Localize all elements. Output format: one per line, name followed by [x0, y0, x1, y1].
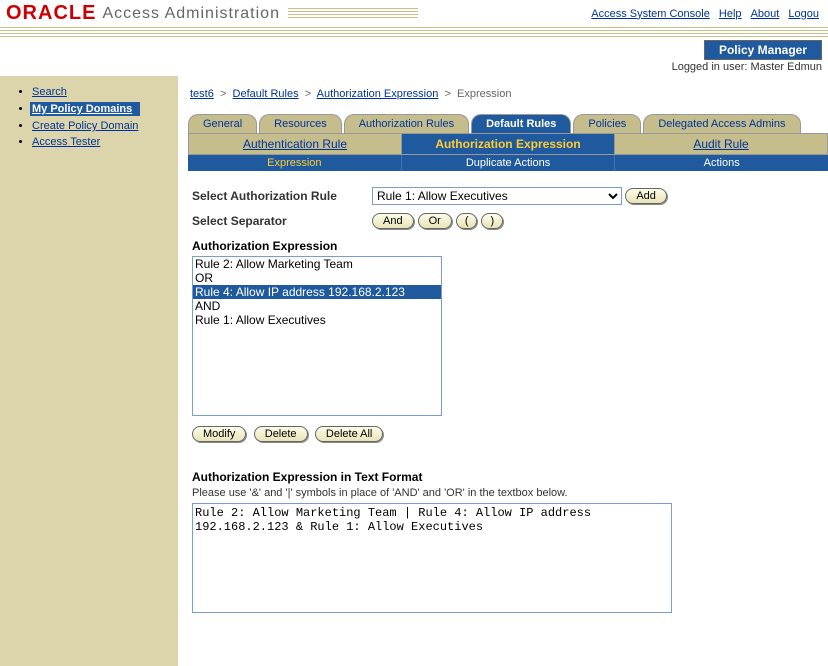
tabs: General Resources Authorization Rules De…: [188, 114, 828, 133]
separator-open-paren-button[interactable]: (: [456, 213, 478, 229]
sidebar-item-search[interactable]: Search: [32, 86, 177, 98]
label-auth-expression-text: Authorization Expression in Text Format: [192, 470, 824, 484]
breadcrumb-default-rules[interactable]: Default Rules: [233, 88, 299, 100]
separator-or-button[interactable]: Or: [418, 213, 452, 229]
subsub-expression[interactable]: Expression: [188, 155, 402, 171]
link-help[interactable]: Help: [719, 8, 742, 20]
label-auth-expression: Authorization Expression: [192, 239, 824, 253]
list-item[interactable]: Rule 1: Allow Executives: [193, 313, 441, 327]
subtab-authorization-expression[interactable]: Authorization Expression: [402, 134, 615, 154]
link-logout[interactable]: Logou: [788, 8, 819, 20]
header-decoration: [288, 8, 418, 20]
sidebar-item-access-tester[interactable]: Access Tester: [32, 136, 177, 148]
subsub-duplicate-actions[interactable]: Duplicate Actions: [402, 155, 616, 171]
header-stripe-bar: [0, 27, 828, 39]
tab-policies[interactable]: Policies: [573, 114, 641, 133]
sub-subtabs: Expression Duplicate Actions Actions: [188, 155, 828, 171]
top-links: Access System Console Help About Logou: [588, 8, 822, 20]
sidebar: Search My Policy Domains Create Policy D…: [0, 76, 178, 666]
subtab-audit-rule[interactable]: Audit Rule: [615, 134, 827, 154]
breadcrumb-expression: Expression: [457, 88, 511, 100]
breadcrumb: test6 > Default Rules > Authorization Ex…: [190, 88, 828, 100]
separator-close-paren-button[interactable]: ): [481, 213, 503, 229]
tab-default-rules[interactable]: Default Rules: [471, 114, 571, 133]
tab-resources[interactable]: Resources: [259, 114, 342, 133]
list-item[interactable]: AND: [193, 299, 441, 313]
modify-button[interactable]: Modify: [192, 426, 246, 442]
label-select-auth-rule: Select Authorization Rule: [192, 189, 372, 203]
header: ORACLE Access Administration Access Syst…: [0, 0, 828, 27]
sidebar-link-access-tester[interactable]: Access Tester: [32, 136, 100, 148]
sidebar-item-create-policy-domain[interactable]: Create Policy Domain: [32, 120, 177, 132]
separator-and-button[interactable]: And: [372, 213, 414, 229]
subsub-actions[interactable]: Actions: [615, 155, 828, 171]
auth-expression-textarea[interactable]: [192, 503, 672, 613]
delete-button[interactable]: Delete: [254, 426, 308, 442]
link-about[interactable]: About: [751, 8, 780, 20]
add-button[interactable]: Add: [625, 188, 667, 204]
select-auth-rule[interactable]: Rule 1: Allow Executives: [372, 187, 622, 205]
breadcrumb-sep: >: [305, 88, 311, 100]
list-item[interactable]: Rule 4: Allow IP address 192.168.2.123: [193, 285, 441, 299]
sidebar-link-create-policy-domain[interactable]: Create Policy Domain: [32, 120, 138, 132]
sidebar-link-search[interactable]: Search: [32, 86, 67, 98]
breadcrumb-test6[interactable]: test6: [190, 88, 214, 100]
breadcrumb-auth-expression[interactable]: Authorization Expression: [317, 88, 439, 100]
delete-all-button[interactable]: Delete All: [315, 426, 383, 442]
tab-delegated-admins[interactable]: Delegated Access Admins: [643, 114, 800, 133]
subtab-authentication-rule[interactable]: Authentication Rule: [189, 134, 402, 154]
logged-in-user: Logged in user: Master Edmun: [0, 60, 828, 76]
form-area: Select Authorization Rule Rule 1: Allow …: [188, 171, 828, 616]
label-select-separator: Select Separator: [192, 214, 372, 228]
list-item[interactable]: Rule 2: Allow Marketing Team: [193, 257, 441, 271]
app-title: Access Administration: [102, 5, 280, 23]
policy-manager-badge: Policy Manager: [704, 40, 822, 60]
sidebar-link-my-policy-domains[interactable]: My Policy Domains: [30, 102, 140, 116]
sidebar-item-my-policy-domains[interactable]: My Policy Domains: [32, 102, 177, 116]
subheader: Policy Manager: [0, 40, 828, 60]
tab-authorization-rules[interactable]: Authorization Rules: [344, 114, 469, 133]
auth-expression-listbox[interactable]: Rule 2: Allow Marketing Team OR Rule 4: …: [192, 256, 442, 416]
link-access-console[interactable]: Access System Console: [591, 8, 710, 20]
breadcrumb-sep: >: [444, 88, 450, 100]
breadcrumb-sep: >: [220, 88, 226, 100]
main-content: test6 > Default Rules > Authorization Ex…: [178, 76, 828, 666]
list-item[interactable]: OR: [193, 271, 441, 285]
tab-general[interactable]: General: [188, 114, 257, 133]
oracle-logo: ORACLE: [6, 2, 96, 25]
text-format-note: Please use '&' and '|' symbols in place …: [192, 487, 824, 499]
subtabs: Authentication Rule Authorization Expres…: [188, 133, 828, 155]
